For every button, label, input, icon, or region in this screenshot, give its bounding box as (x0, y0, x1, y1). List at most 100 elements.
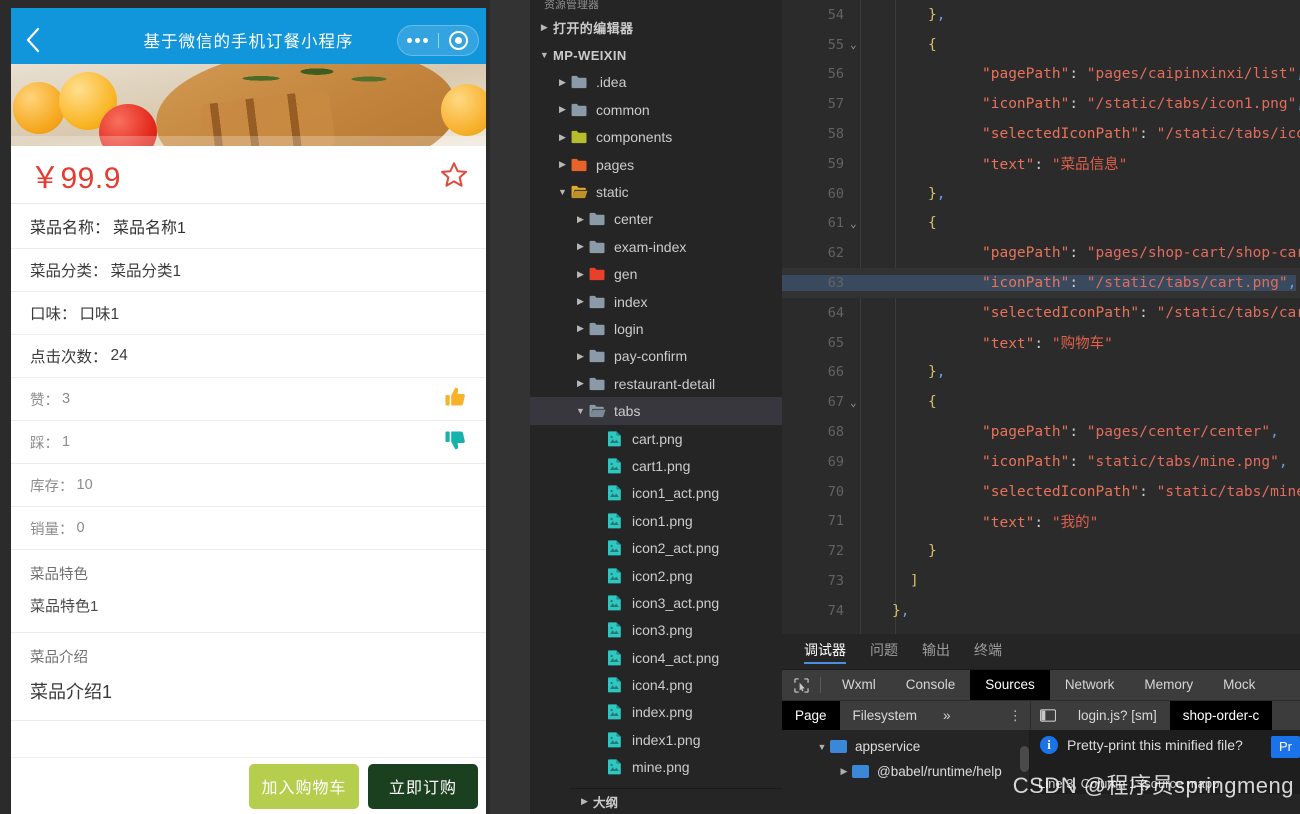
code-line[interactable]: 59 "text": "菜品信息" (782, 149, 1300, 179)
chevron-down-icon[interactable]: ▼ (814, 742, 830, 752)
back-button[interactable] (11, 16, 55, 64)
sources-subtab[interactable]: Page (782, 700, 840, 731)
open-editors-section[interactable]: ▶ 打开的编辑器 (530, 14, 782, 41)
tree-file-row[interactable]: index1.png (530, 726, 782, 753)
capsule-button[interactable] (397, 25, 479, 56)
tree-folder-row[interactable]: ▶ pages (530, 151, 782, 178)
add-to-cart-button[interactable]: 加入购物车 (249, 763, 359, 809)
code-line[interactable]: 71 "text": "我的" (782, 507, 1300, 537)
debugger-tab[interactable]: 终端 (974, 640, 1002, 664)
sources-subtab[interactable]: Filesystem (840, 701, 931, 731)
sources-subtab[interactable]: » (930, 701, 964, 731)
tree-file-row[interactable]: icon3.png (530, 617, 782, 644)
fold-chevron-down-icon[interactable]: ⌄ (850, 217, 857, 230)
fold-chevron-down-icon[interactable]: ⌄ (850, 38, 857, 51)
tree-file-row[interactable]: icon4.png (530, 671, 782, 698)
tree-folder-row[interactable]: ▶ common (530, 96, 782, 123)
inspect-pointer-icon[interactable] (782, 677, 820, 693)
tree-folder-row[interactable]: ▶ index (530, 288, 782, 315)
chevron-right-icon[interactable]: ▶ (554, 104, 571, 115)
tree-file-row[interactable]: icon3_act.png (530, 589, 782, 616)
code-line[interactable]: 58 "selectedIconPath": "/static/tabs/icon… (782, 119, 1300, 149)
sidebar-toggle-icon[interactable] (1031, 709, 1065, 722)
tree-file-row[interactable]: mine.png (530, 754, 782, 781)
chevron-right-icon[interactable]: ▶ (572, 378, 589, 389)
debugger-tab[interactable]: 问题 (870, 640, 898, 664)
order-now-button[interactable]: 立即订购 (368, 763, 478, 809)
code-line[interactable]: 69 "iconPath": "static/tabs/mine.png", (782, 447, 1300, 477)
chevron-right-icon[interactable]: ▶ (572, 241, 589, 252)
debugger-tab[interactable]: 调试器 (804, 640, 846, 664)
fold-chevron-down-icon[interactable]: ⌄ (850, 396, 857, 409)
code-line[interactable]: 61 ⌄{ (782, 209, 1300, 239)
devtools-tab[interactable]: Wxml (827, 670, 891, 700)
tree-file-row[interactable]: index.png (530, 699, 782, 726)
thumbs-up-icon[interactable] (442, 384, 468, 414)
code-line[interactable]: 64 "selectedIconPath": "/static/tabs/cart… (782, 298, 1300, 328)
devtools-tab[interactable]: Sources (970, 670, 1050, 700)
pretty-print-button[interactable]: Pr (1271, 736, 1300, 758)
tree-folder-row[interactable]: ▶ components (530, 124, 782, 151)
code-line[interactable]: 68 "pagePath": "pages/center/center", (782, 417, 1300, 447)
tree-folder-row[interactable]: ▼ static (530, 178, 782, 205)
code-line[interactable]: 70 "selectedIconPath": "static/tabs/mine1… (782, 477, 1300, 507)
tree-file-row[interactable]: icon2_act.png (530, 534, 782, 561)
code-line[interactable]: 67 ⌄{ (782, 387, 1300, 417)
code-line[interactable]: 62 "pagePath": "pages/shop-cart/shop-cart… (782, 238, 1300, 268)
source-file-tab[interactable]: shop-order-c (1169, 700, 1273, 731)
tree-folder-row[interactable]: ▶ .idea (530, 69, 782, 96)
star-outline-icon[interactable] (439, 160, 469, 190)
tree-folder-row[interactable]: ▶ restaurant-detail (530, 370, 782, 397)
kebab-menu-icon[interactable]: ⋮ (1009, 708, 1023, 724)
chevron-right-icon[interactable]: ▶ (554, 132, 571, 143)
tree-scrollbar[interactable] (1020, 746, 1029, 772)
tree-folder-row[interactable]: ▼ tabs (530, 397, 782, 425)
tree-folder-row[interactable]: ▶ gen (530, 261, 782, 288)
target-circle-icon[interactable] (439, 31, 479, 50)
code-line[interactable]: 72} (782, 536, 1300, 566)
debugger-tab[interactable]: 输出 (922, 640, 950, 664)
tree-file-row[interactable]: icon4_act.png (530, 644, 782, 671)
sources-tree-row[interactable]: ▼ appservice (782, 734, 1029, 759)
code-line[interactable]: 66}, (782, 358, 1300, 388)
chevron-right-icon[interactable]: ▶ (572, 351, 589, 362)
code-line[interactable]: 55 ⌄{ (782, 30, 1300, 60)
chevron-right-icon[interactable]: ▶ (572, 323, 589, 334)
code-line[interactable]: 57 "iconPath": "/static/tabs/icon1.png", (782, 89, 1300, 119)
devtools-tab[interactable]: Mock (1208, 670, 1270, 700)
tree-file-row[interactable]: cart1.png (530, 452, 782, 479)
code-line[interactable]: 73] (782, 566, 1300, 596)
code-line[interactable]: 63 "iconPath": "/static/tabs/cart.png", (782, 268, 1300, 298)
chevron-down-icon[interactable]: ▼ (572, 406, 589, 416)
project-root-row[interactable]: ▼ MP-WEIXIN (530, 41, 782, 68)
devtools-tab[interactable]: Network (1050, 670, 1130, 700)
code-line[interactable]: 56 "pagePath": "pages/caipinxinxi/list", (782, 60, 1300, 90)
chevron-right-icon[interactable]: ▶ (554, 77, 571, 88)
chevron-right-icon[interactable]: ▶ (836, 766, 852, 777)
tree-folder-row[interactable]: ▶ center (530, 206, 782, 233)
tree-folder-row[interactable]: ▶ login (530, 315, 782, 342)
thumbs-down-icon[interactable] (442, 427, 468, 457)
chevron-down-icon[interactable]: ▼ (554, 187, 571, 197)
tree-file-row[interactable]: icon2.png (530, 562, 782, 589)
chevron-right-icon[interactable]: ▶ (572, 269, 589, 280)
devtools-tab[interactable]: Memory (1129, 670, 1208, 700)
chevron-right-icon[interactable]: ▶ (572, 214, 589, 225)
code-editor[interactable]: 54}, 55 ⌄{56 "pagePath": "pages/caipinxinxi… (782, 0, 1300, 634)
tree-file-row[interactable]: icon1_act.png (530, 480, 782, 507)
more-dots-icon[interactable] (398, 38, 438, 43)
code-line[interactable]: 65 "text": "购物车" (782, 328, 1300, 358)
tree-folder-row[interactable]: ▶ exam-index (530, 233, 782, 260)
chevron-right-icon[interactable]: ▶ (572, 296, 589, 307)
code-line[interactable]: 74}, (782, 596, 1300, 626)
outline-section[interactable]: ▶ 大纲 (570, 788, 782, 814)
code-line[interactable]: 54}, (782, 0, 1300, 30)
code-line[interactable]: 60}, (782, 179, 1300, 209)
source-file-tab[interactable]: login.js? [sm] (1065, 701, 1170, 731)
tree-file-row[interactable]: icon1.png (530, 507, 782, 534)
devtools-tab[interactable]: Console (891, 670, 971, 700)
tree-folder-row[interactable]: ▶ pay-confirm (530, 343, 782, 370)
tree-file-row[interactable]: cart.png (530, 425, 782, 452)
chevron-right-icon[interactable]: ▶ (554, 159, 571, 170)
sources-tree-row[interactable]: ▶ @babel/runtime/help (782, 759, 1029, 784)
